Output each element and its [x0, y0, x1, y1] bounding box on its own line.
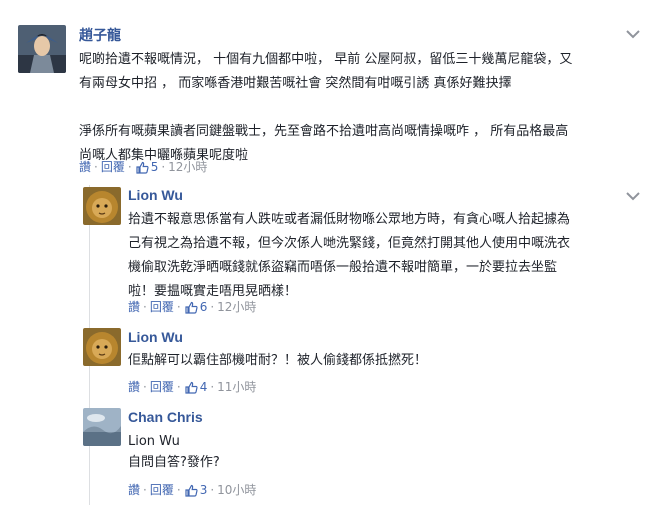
comment-time[interactable]: 10小時 — [217, 483, 256, 497]
comment-actions: 讚 · 回覆 · 4 · 11小時 — [128, 380, 257, 394]
comment-author[interactable]: Chan Chris — [128, 409, 203, 425]
reply-link[interactable]: 回覆 — [150, 300, 174, 314]
reply-link[interactable]: 回覆 — [101, 160, 125, 174]
avatar[interactable] — [18, 25, 66, 73]
chevron-down-icon[interactable] — [625, 28, 641, 40]
comment-actions: 讚 · 回覆 · 5 · 12小時 — [79, 160, 208, 174]
like-link[interactable]: 讚 — [128, 380, 140, 394]
thumbs-up-icon — [185, 301, 198, 314]
reply-link[interactable]: 回覆 — [150, 483, 174, 497]
comment-author[interactable]: 趙子龍 — [79, 25, 121, 45]
thumbs-up-icon — [185, 484, 198, 497]
like-link[interactable]: 讚 — [79, 160, 91, 174]
comment-text: 佢點解可以霸住部機咁耐？！被人偷錢都係抵撚死！ — [128, 353, 428, 368]
comment-actions: 讚 · 回覆 · 3 · 10小時 — [128, 483, 257, 497]
chevron-down-icon[interactable] — [625, 190, 641, 202]
reply-link[interactable]: 回覆 — [150, 380, 174, 394]
avatar[interactable] — [83, 187, 121, 225]
like-link[interactable]: 讚 — [128, 300, 140, 314]
thumbs-up-icon — [136, 161, 149, 174]
comment-author[interactable]: Lion Wu — [128, 329, 183, 345]
comment-text: 呢啲拾遺不報嘅情況， 十個有九個都中啦， 早前 公屋阿叔，留低三十幾萬尼龍袋，又… — [79, 52, 573, 163]
comment-text: Lion Wu 自問自答?發作? — [128, 434, 220, 470]
avatar[interactable] — [83, 328, 121, 366]
comment-actions: 讚 · 回覆 · 6 · 12小時 — [128, 300, 257, 314]
comment-time[interactable]: 12小時 — [168, 160, 207, 174]
comment-text: 拾遺不報意思係當有人跌咗或者漏低財物喺公眾地方時，有貪心嘅人拾起據為 己有視之為… — [128, 212, 571, 299]
like-link[interactable]: 讚 — [128, 483, 140, 497]
comment-time[interactable]: 12小時 — [217, 300, 256, 314]
comment-time[interactable]: 11小時 — [217, 380, 256, 394]
comment-author[interactable]: Lion Wu — [128, 187, 183, 203]
avatar[interactable] — [83, 408, 121, 446]
thumbs-up-icon — [185, 381, 198, 394]
